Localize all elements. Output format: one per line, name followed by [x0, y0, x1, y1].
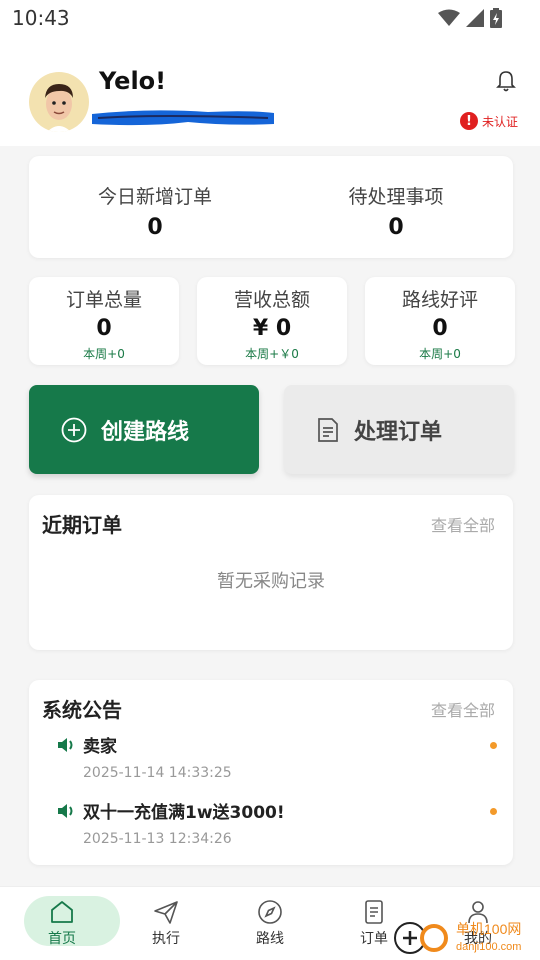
- redacted-phone-number: [92, 110, 274, 126]
- stat-label: 营收总额: [233, 289, 310, 311]
- system-icons: [438, 8, 502, 28]
- announcements-view-all-link[interactable]: 查看全部: [431, 697, 495, 721]
- wifi-icon: [438, 9, 460, 26]
- avatar[interactable]: [29, 72, 89, 132]
- process-orders-button[interactable]: 处理订单: [284, 385, 514, 474]
- greeting-title: Yelo!: [99, 67, 167, 95]
- tab-label: 路线: [256, 931, 284, 947]
- profile-header: Yelo! ! 未认证: [0, 36, 540, 146]
- verification-status[interactable]: ! 未认证: [459, 112, 518, 130]
- empty-state-text: 暂无采购记录: [217, 571, 325, 592]
- today-new-orders[interactable]: 今日新增订单 0: [55, 182, 255, 240]
- recent-orders-title: 近期订单: [42, 513, 122, 537]
- signal-icon: [466, 9, 484, 27]
- stat-label: 订单总量: [65, 289, 142, 311]
- avatar-face-icon: [45, 84, 73, 132]
- recent-orders-view-all-link[interactable]: 查看全部: [431, 512, 495, 536]
- route-rating-card[interactable]: 路线好评 0 本周+0: [365, 277, 515, 365]
- status-time: 10:43: [12, 6, 70, 30]
- weekly-change: 本周+0: [419, 347, 461, 361]
- notification-bell-icon[interactable]: [496, 70, 516, 96]
- home-icon: [51, 901, 73, 923]
- create-route-button[interactable]: 创建路线: [29, 385, 259, 474]
- speaker-icon: [58, 737, 73, 752]
- document-icon: [318, 417, 338, 442]
- recent-orders-card: 近期订单 查看全部 暂无采购记录: [29, 495, 513, 650]
- announcement-time: 2025-11-14 14:33:25: [83, 765, 232, 781]
- verification-label: 未认证: [481, 114, 518, 129]
- announcements-card: 系统公告 查看全部 卖家 2025-11-14 14:33:25 双十一充值满1…: [29, 680, 513, 865]
- create-route-label: 创建路线: [101, 419, 190, 445]
- speaker-icon: [58, 803, 73, 818]
- pending-items[interactable]: 待处理事项 0: [296, 182, 496, 240]
- unread-dot: [490, 808, 497, 815]
- stat-value: 0: [388, 215, 404, 240]
- weekly-change: 本周+￥0: [245, 347, 299, 361]
- tab-execute[interactable]: 执行: [114, 887, 218, 960]
- stat-label: 今日新增订单: [97, 186, 212, 208]
- watermark-logo: 单机100网 danji100.com: [390, 912, 540, 960]
- total-revenue-card[interactable]: 营收总额 ¥ 0 本周+￥0: [197, 277, 347, 365]
- document-icon: [365, 900, 383, 924]
- tab-label: 首页: [48, 931, 76, 947]
- today-summary-card: 今日新增订单 0 待处理事项 0: [29, 156, 513, 258]
- process-orders-label: 处理订单: [354, 419, 443, 445]
- svg-text:单机100网: 单机100网: [456, 921, 521, 937]
- stat-value: ¥ 0: [252, 316, 292, 341]
- announcements-title: 系统公告: [42, 698, 122, 722]
- announcement-title: 双十一充值满1w送3000!: [83, 803, 285, 823]
- tab-home[interactable]: 首页: [10, 887, 120, 960]
- stat-label: 待处理事项: [348, 186, 444, 208]
- announcement-time: 2025-11-13 12:34:26: [83, 831, 232, 847]
- announcement-item[interactable]: 卖家 2025-11-14 14:33:25: [57, 732, 497, 781]
- stat-value: 0: [96, 316, 112, 341]
- weekly-change: 本周+0: [83, 347, 125, 361]
- stat-value: 0: [432, 316, 448, 341]
- send-icon: [154, 901, 178, 924]
- unread-dot: [490, 742, 497, 749]
- svg-text:danji100.com: danji100.com: [456, 941, 521, 953]
- tab-routes[interactable]: 路线: [218, 887, 322, 960]
- total-orders-card[interactable]: 订单总量 0 本周+0: [29, 277, 179, 365]
- tab-label: 执行: [152, 931, 180, 947]
- announcement-title: 卖家: [83, 737, 117, 757]
- warning-icon: !: [459, 112, 478, 130]
- stat-label: 路线好评: [401, 289, 478, 311]
- stat-value: 0: [147, 215, 163, 240]
- plus-circle-icon: [61, 417, 87, 442]
- compass-icon: [258, 900, 282, 924]
- announcement-item[interactable]: 双十一充值满1w送3000! 2025-11-13 12:34:26: [57, 798, 497, 847]
- status-bar: 10:43: [0, 0, 540, 36]
- battery-icon: [490, 8, 502, 28]
